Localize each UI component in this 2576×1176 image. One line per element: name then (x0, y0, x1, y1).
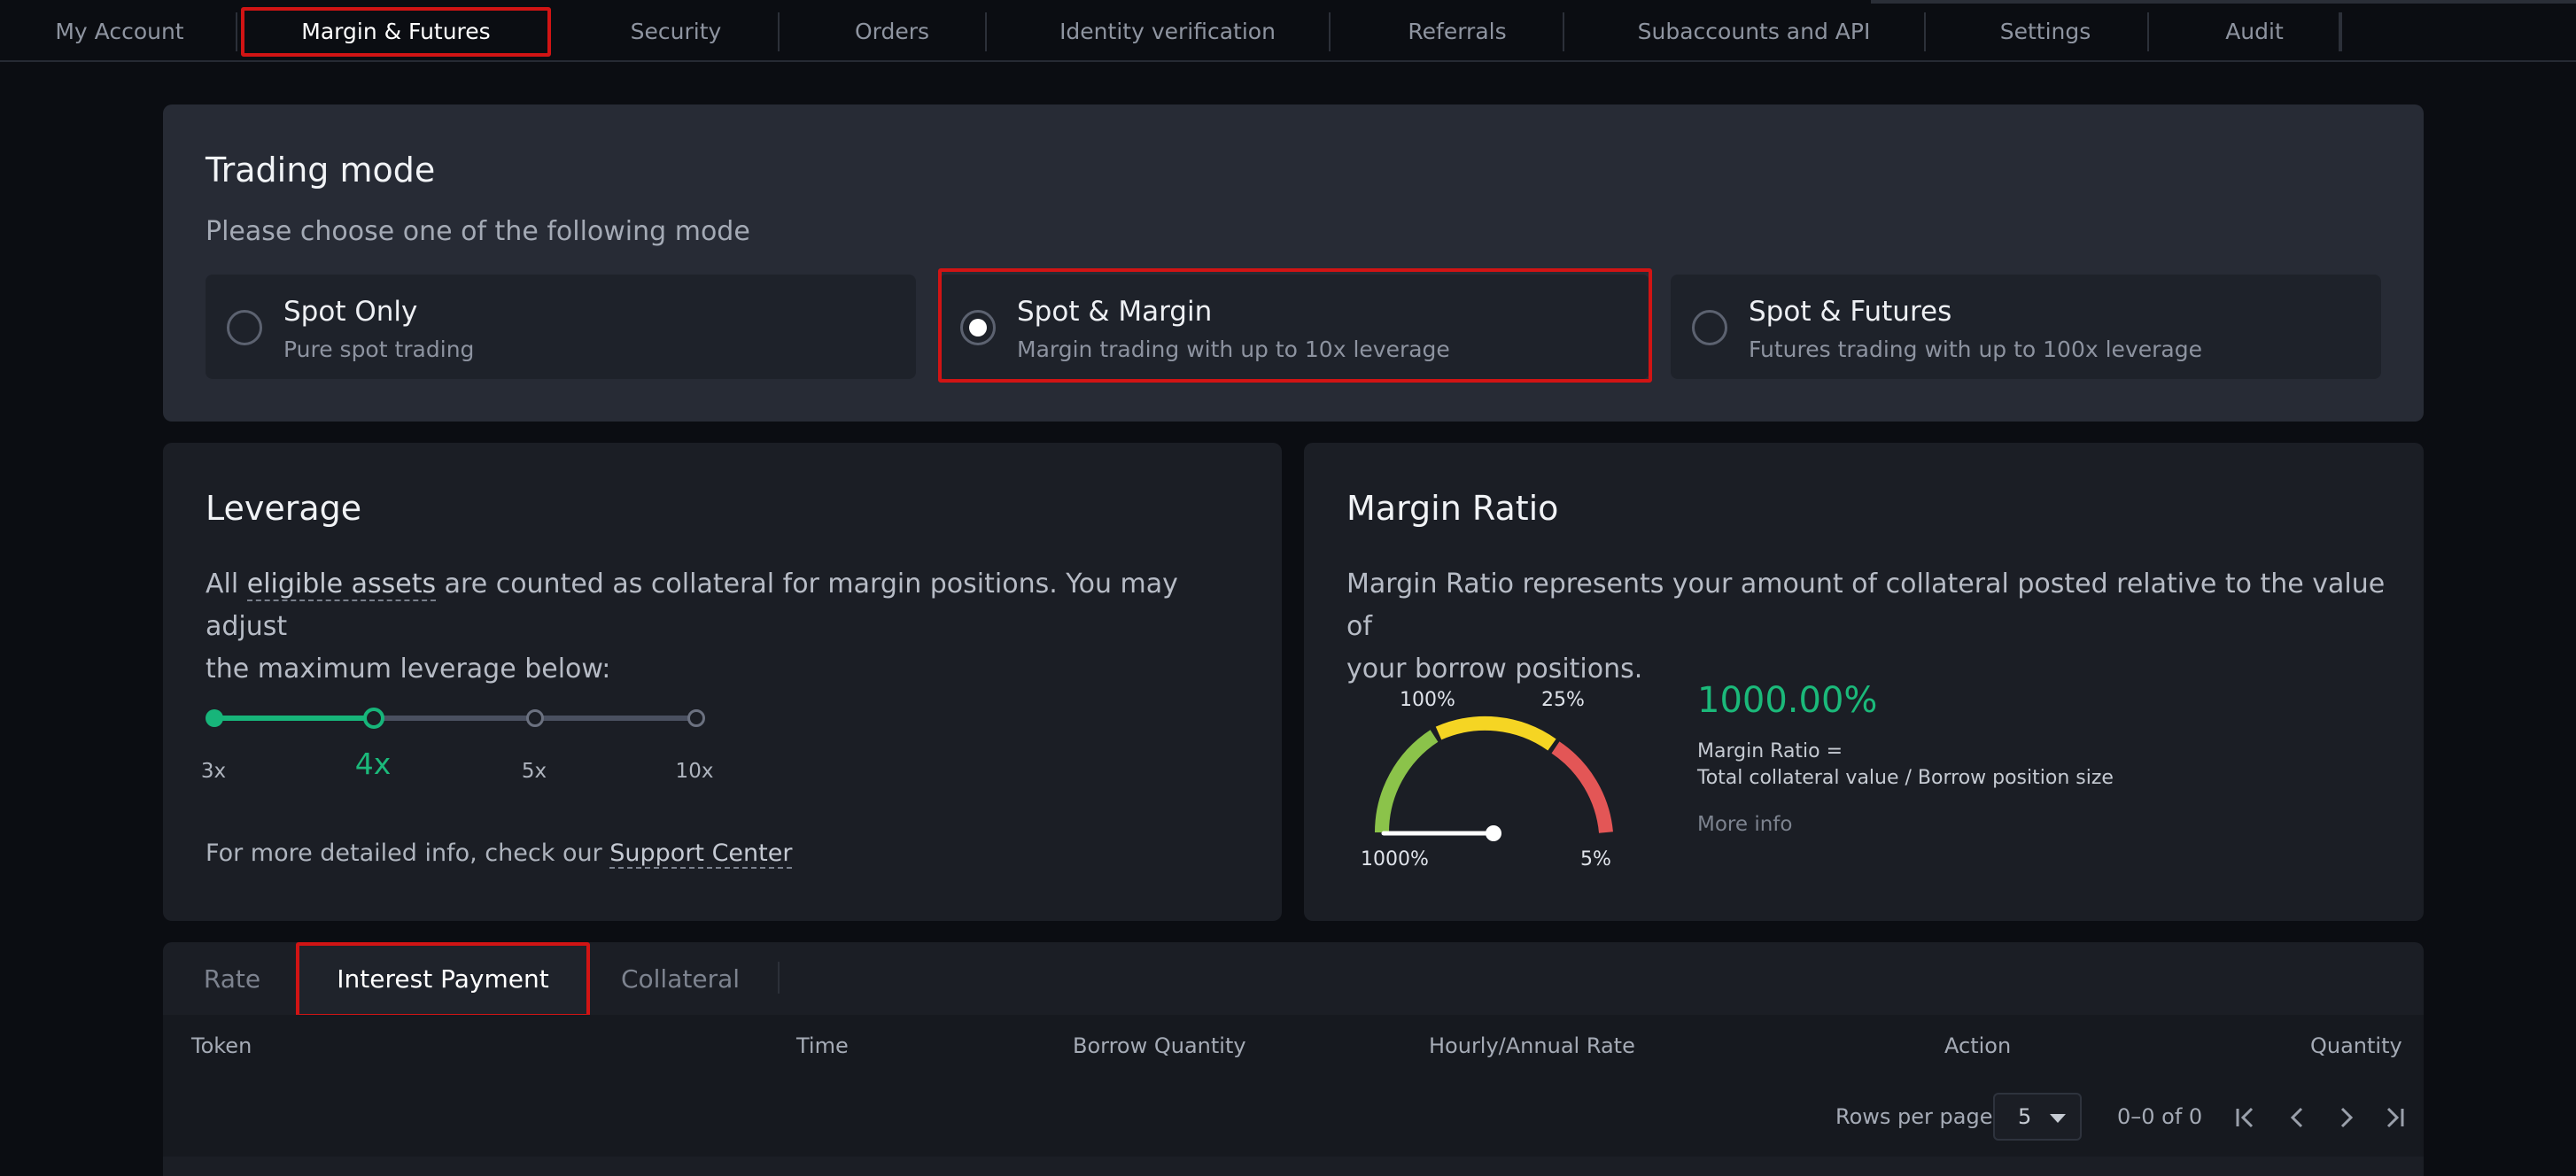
gauge-yellow-segment (1435, 716, 1556, 751)
tab-margin-futures-label: Margin & Futures (301, 18, 491, 44)
tab-subaccounts-api[interactable]: Subaccounts and API (1577, 0, 1931, 62)
mode-option-title: Spot Only (283, 296, 418, 328)
margin-ratio-formula-line1: Margin Ratio = (1697, 740, 1843, 762)
trading-mode-subtitle: Please choose one of the following mode (206, 216, 750, 247)
margin-ratio-desc-line2: your borrow positions. (1346, 654, 1643, 685)
chevron-down-icon (2050, 1114, 2066, 1123)
support-center-link[interactable]: Support Center (609, 839, 793, 869)
slider-stop-3x[interactable] (206, 709, 223, 727)
slider-label-5x: 5x (521, 760, 547, 783)
mode-option-desc: Futures trading with up to 100x leverage (1749, 337, 2202, 362)
mode-option-desc: Margin trading with up to 10x leverage (1017, 337, 1450, 362)
radio-button-selected[interactable] (960, 310, 996, 345)
mode-option-spot-futures[interactable]: Spot & Futures Futures trading with up t… (1671, 275, 2381, 379)
mode-option-spot-only[interactable]: Spot Only Pure spot trading (206, 275, 916, 379)
rows-per-page-label: Rows per page (1835, 1104, 1993, 1129)
leverage-info-prefix: For more detailed info, check our (206, 839, 610, 867)
margin-ratio-title: Margin Ratio (1346, 489, 1559, 528)
tab-divider (2340, 12, 2342, 51)
radio-button[interactable] (227, 310, 262, 345)
column-header-borrow-quantity: Borrow Quantity (1073, 1033, 1246, 1058)
leverage-text-line2: the maximum leverage below: (206, 654, 611, 685)
table-tab-collateral[interactable]: Collateral (611, 942, 749, 1015)
gauge-label-top-right: 25% (1541, 689, 1585, 711)
tab-orders[interactable]: Orders (797, 0, 987, 62)
gauge-red-segment (1551, 741, 1613, 833)
mode-option-desc: Pure spot trading (283, 337, 475, 362)
mode-option-spot-margin[interactable]: Spot & Margin Margin trading with up to … (939, 275, 1649, 379)
column-header-time: Time (796, 1033, 849, 1058)
slider-label-3x: 3x (200, 760, 227, 783)
gauge-label-far-right: 5% (1580, 848, 1611, 870)
table-header (163, 1015, 2424, 1080)
table-tab-rate[interactable]: Rate (186, 942, 278, 1015)
previous-page-icon[interactable] (2282, 1102, 2314, 1133)
mode-option-title: Spot & Margin (1017, 296, 1213, 328)
leverage-text-prefix: All (206, 569, 247, 600)
margin-ratio-desc-line1: Margin Ratio represents your amount of c… (1346, 569, 2386, 642)
margin-ratio-formula-line2: Total collateral value / Borrow position… (1697, 767, 2114, 789)
gauge-needle-pivot (1486, 825, 1501, 841)
tab-margin-futures[interactable]: Margin & Futures (241, 0, 551, 62)
top-navigation: My Account Margin & Futures Security Ord… (0, 0, 2576, 62)
slider-stop-5x[interactable] (526, 709, 544, 727)
tab-referrals[interactable]: Referrals (1346, 0, 1568, 62)
tab-my-account[interactable]: My Account (27, 0, 213, 62)
more-info-link[interactable]: More info (1697, 813, 1792, 836)
tab-settings[interactable]: Settings (1935, 0, 2156, 62)
rows-per-page-value: 5 (2018, 1104, 2032, 1129)
trading-mode-title: Trading mode (206, 151, 436, 190)
table-pagination-bar (163, 1080, 2424, 1157)
slider-handle[interactable] (363, 708, 384, 729)
last-page-icon[interactable] (2378, 1102, 2409, 1133)
table-tab-interest-payment-label: Interest Payment (337, 963, 549, 994)
leverage-info: For more detailed info, check our Suppor… (206, 832, 793, 875)
margin-ratio-value: 1000.00% (1697, 680, 1878, 721)
margin-ratio-gauge (1374, 716, 1613, 841)
leverage-slider-fill (214, 716, 374, 721)
column-header-token: Token (191, 1033, 252, 1058)
next-page-icon[interactable] (2330, 1102, 2362, 1133)
slider-stop-10x[interactable] (687, 709, 705, 727)
rows-per-page-select[interactable]: 5 (1993, 1093, 2082, 1141)
tab-security[interactable]: Security (585, 0, 767, 62)
slider-label-4x-selected: 4x (354, 747, 392, 781)
eligible-assets-link[interactable]: eligible assets (246, 569, 437, 601)
tab-divider (778, 12, 780, 51)
leverage-title: Leverage (206, 489, 362, 528)
tab-identity-verification[interactable]: Identity verification (994, 0, 1341, 62)
radio-button[interactable] (1692, 310, 1727, 345)
first-page-icon[interactable] (2231, 1102, 2262, 1133)
tab-audit[interactable]: Audit (2153, 0, 2356, 62)
column-header-action: Action (1944, 1033, 2012, 1058)
column-header-quantity: Quantity (2310, 1033, 2402, 1058)
slider-label-10x: 10x (675, 760, 714, 783)
column-header-hourly-annual-rate: Hourly/Annual Rate (1429, 1033, 1635, 1058)
table-tab-divider (778, 962, 780, 994)
gauge-green-segment (1374, 730, 1439, 833)
leverage-description: All eligible assets are counted as colla… (206, 563, 1251, 691)
pagination-range: 0–0 of 0 (2117, 1104, 2203, 1129)
tab-divider (236, 12, 237, 51)
table-tab-interest-payment[interactable]: Interest Payment (296, 942, 590, 1015)
gauge-label-top-left: 100% (1400, 689, 1455, 711)
gauge-label-far-left: 1000% (1361, 848, 1429, 870)
mode-option-title: Spot & Futures (1749, 296, 1952, 328)
margin-ratio-description: Margin Ratio represents your amount of c… (1346, 563, 2392, 691)
